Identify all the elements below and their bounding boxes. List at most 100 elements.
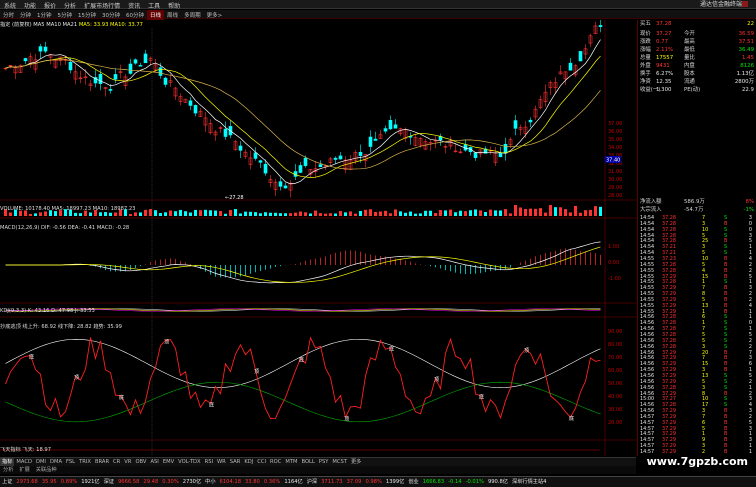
period-tab-4[interactable]: 15分钟 [75,10,99,20]
volume-bar [114,212,117,216]
candle-body [263,163,268,174]
ma5-line [5,39,601,185]
quote-value-2: 37.51 [738,39,754,45]
candle-body [383,128,388,132]
status-item-24: 990.8亿 [487,479,508,485]
volume-bar [374,211,377,216]
candle-body [113,74,118,80]
bottom-tab-1[interactable]: 扩展 [16,466,32,474]
candle-body [238,145,243,151]
current-price-label: 37.40 [606,158,620,164]
period-tab-3[interactable]: 5分钟 [55,10,76,20]
quote-key-2: 量比 [684,55,695,61]
period-tab-7[interactable]: 日线 [147,10,165,20]
status-item-14: 1164亿 [284,479,303,485]
quote-key-2: 最高 [684,39,695,45]
volume-bar [194,209,197,216]
quote-key: 换手 [640,71,651,77]
quote-value: 2.11% [656,47,674,53]
price-axis-tick: 36.00 [608,129,622,135]
status-item-4: 1921亿 [81,479,100,485]
quote-row: 外盘 9431 内盘 8126 [640,62,754,70]
candle-body [503,143,508,154]
status-item-6: 9666.58 [117,479,140,485]
quote-value-2: 22.9 [741,87,754,93]
status-item-3: 0.89% [60,479,78,485]
volume-bar [79,213,82,216]
volume-bar [314,210,317,216]
volume-bar [179,209,182,216]
candle-body [598,25,603,27]
volume-bar [404,212,407,216]
volume-bar [134,212,137,216]
wr-axis-tick: 30.00 [608,407,622,413]
volume-bar [364,209,367,216]
volume-bar [299,211,302,216]
wr-signal-marker: 底 [569,415,574,422]
candle-body [258,160,263,163]
candle-body [498,152,503,158]
wr-signal-marker: 顶 [344,416,349,422]
status-item-7: 29.48 [143,479,159,485]
period-tab-6[interactable]: 60分钟 [123,10,147,20]
period-tab-1[interactable]: 分钟 [17,10,34,20]
volume-bar [394,209,397,216]
quote-key-2: 流通 [684,79,695,85]
volume-bar [159,212,162,216]
period-tab-0[interactable]: 分时 [0,10,17,20]
quote-value: 12.35 [656,79,672,85]
quote-row: 涨跌 0.77 最高 37.51 [640,38,754,46]
volume-bar [409,211,412,216]
quote-key: 外盘 [640,63,651,69]
volume-bar [444,210,447,216]
price-axis-tick: 28.00 [608,193,622,199]
volume-bar [549,204,552,216]
volume-bar [419,213,422,216]
bottom-tab-2[interactable]: 关联品种 [33,466,60,474]
candle-body [283,185,288,189]
status-item-1: 2973.68 [16,479,38,485]
volume-bar [104,212,107,216]
big-order-pct: -1% [743,207,755,213]
volume-bar [309,213,312,216]
status-item-17: 37.09 [346,479,362,485]
tab-bar: 分析 扩展 关联品种 [0,466,636,474]
volume-bar [594,206,597,216]
candle-body [373,138,378,141]
volume-bar [339,211,342,216]
wr-signal-marker: 底 [299,356,304,363]
candle-body [43,46,48,52]
quote-value-2: 8126 [740,63,754,69]
period-tab-9[interactable]: 多周期 [181,10,204,20]
volume-label: VOLUME: 10178.40 MA5: 18997.23 MA10: 189… [0,206,136,212]
candle-body [298,165,303,173]
candle-body [528,119,533,123]
wr-signal-marker: 底 [29,354,34,361]
price-axis-tick: 34.00 [608,145,622,151]
status-item-12: 33.80 [245,479,260,485]
net-inflow-value: 586.9万 [684,199,705,205]
indicator-bar: 指标 MACD DMI DMA FSL TRIX BRAR CR VR OBV ASI EMV VOL-… [0,457,636,467]
status-bar: 上证 2973.68 35.95 0.89% 1921亿 深证 9666.58 29.48 0.… [0,476,756,487]
candle-body [393,124,398,129]
period-tab-10[interactable]: 更多> [204,10,226,20]
volume-bar [599,206,602,216]
chart-area[interactable]: 37.0036.0035.0034.0033.0032.0031.0030.00… [0,20,636,456]
quote-key: 总量 [640,55,651,61]
volume-bar [589,209,592,216]
chart-canvas[interactable]: 37.0036.0035.0034.0033.0032.0031.0030.00… [0,20,636,456]
period-tab-5[interactable]: 30分钟 [99,10,123,20]
close-icon[interactable] [742,1,748,7]
bottom-tab-0[interactable]: 分析 [0,466,16,474]
volume-bar [514,204,517,216]
period-tab-2[interactable]: 1分钟 [34,10,55,20]
quote-value: 9431 [656,63,670,69]
volume-bar [564,209,567,216]
volume-bar [244,211,247,216]
period-tab-8[interactable]: 周线 [164,10,181,20]
price-axis-tick: 31.00 [608,169,622,175]
ma10-line [5,55,601,178]
status-item-20: 创业 [408,479,419,485]
volume-bar [294,212,297,216]
volume-bar [39,212,42,216]
